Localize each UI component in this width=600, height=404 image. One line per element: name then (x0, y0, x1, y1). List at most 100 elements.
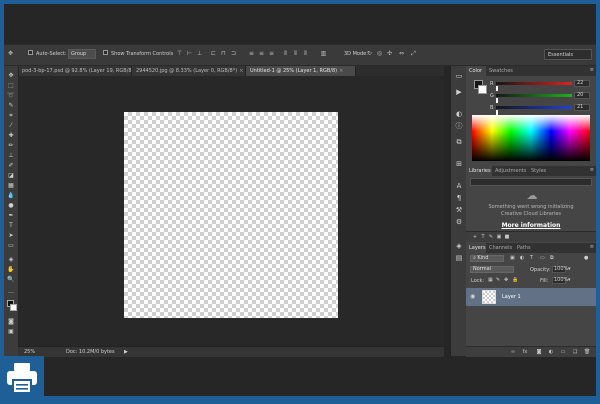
filter-smart-object-icon[interactable]: ⧉ (550, 255, 554, 261)
tab-libraries[interactable]: Libraries (466, 166, 492, 176)
auto-align-icon[interactable]: ▥ (320, 50, 327, 57)
history-brush-tool-icon[interactable]: ✐ (7, 162, 15, 170)
info-icon[interactable]: ⓘ (455, 122, 463, 130)
layer-row[interactable]: ◉ Layer 1 (466, 288, 596, 306)
status-menu-arrow[interactable]: ▶ (124, 349, 128, 355)
character-icon[interactable]: A (455, 182, 463, 190)
align-middle-icon[interactable]: ⊢ (186, 50, 193, 57)
3d-pan-icon[interactable]: ✣ (386, 50, 393, 57)
crop-tool-icon[interactable]: ⌗ (7, 112, 15, 120)
blue-slider-track[interactable] (496, 106, 572, 109)
blue-value-field[interactable]: 21 (574, 104, 590, 111)
text-icon[interactable]: T (480, 234, 486, 240)
dodge-tool-icon[interactable]: ● (7, 202, 15, 210)
green-slider-thumb[interactable] (496, 98, 498, 103)
background-color-swatch[interactable] (478, 85, 487, 94)
panel-menu-icon[interactable]: ≡ (590, 67, 594, 73)
more-information-link[interactable]: More information (466, 222, 596, 229)
library-select-dropdown[interactable] (470, 178, 592, 186)
auto-select-target-dropdown[interactable]: Group (68, 49, 96, 59)
pen-tool-icon[interactable]: ✒ (7, 212, 15, 220)
layer-name[interactable]: Layer 1 (502, 294, 521, 300)
fill-arrow-icon[interactable]: ▾ (568, 277, 571, 283)
fill-field[interactable]: 100% (552, 277, 568, 284)
tab-color[interactable]: Color (466, 66, 486, 76)
eyedropper-tool-icon[interactable]: ⁄ (7, 122, 15, 130)
auto-select-checkbox[interactable] (28, 50, 33, 55)
background-color-swatch[interactable] (10, 304, 17, 311)
filter-pixel-icon[interactable]: ▣ (510, 255, 515, 261)
filter-shape-icon[interactable]: ▭ (540, 255, 545, 261)
layer-style-icon[interactable]: ▣ (496, 234, 502, 240)
lock-all-icon[interactable]: 🔒 (512, 277, 518, 283)
paragraph-icon[interactable]: ¶ (455, 194, 463, 202)
marquee-tool-icon[interactable]: ⬚ (7, 82, 15, 90)
green-slider-track[interactable] (496, 94, 572, 97)
green-value-field[interactable]: 20 (574, 92, 590, 99)
red-slider-thumb[interactable] (496, 86, 498, 91)
3d-tool-icon[interactable]: ◈ (7, 256, 15, 264)
blend-mode-dropdown[interactable]: Normal (470, 266, 514, 273)
shape-tool-icon[interactable]: ▭ (7, 242, 15, 250)
3d-roll-icon[interactable]: ◎ (376, 50, 383, 57)
canvas-area[interactable] (18, 76, 444, 346)
opacity-arrow-icon[interactable]: ▾ (568, 266, 571, 272)
move-tool-icon[interactable]: ✥ (7, 72, 15, 80)
timeline-icon[interactable]: ⚙ (455, 218, 463, 226)
tab-2944520-jpg[interactable]: 2944520.jpg @ 8.33% (Layer 0, RGB/8*) × (132, 66, 246, 76)
delete-layer-icon[interactable]: 🗑 (584, 349, 590, 355)
tab-paths[interactable]: Paths (514, 243, 534, 253)
distribute-bottom-icon[interactable]: ≡ (268, 50, 275, 57)
distribute-left-icon[interactable]: ⦀ (282, 50, 289, 57)
brush-tool-icon[interactable]: ✏ (7, 142, 15, 150)
new-layer-icon[interactable]: ❏ (572, 349, 578, 355)
3d-slide-icon[interactable]: ⇔ (398, 50, 405, 57)
blur-tool-icon[interactable]: 💧 (7, 192, 15, 200)
panel-menu-icon[interactable]: ≡ (590, 244, 594, 250)
distribute-middle-icon[interactable]: ≡ (258, 50, 265, 57)
lock-transparent-icon[interactable]: ▦ (488, 277, 493, 283)
move-tool-icon[interactable]: ✥ (7, 50, 14, 57)
lock-position-icon[interactable]: ✥ (504, 277, 508, 283)
hand-tool-icon[interactable]: ✋ (7, 266, 15, 274)
add-content-icon[interactable]: + (472, 234, 478, 240)
color-spectrum-ramp[interactable] (472, 115, 590, 161)
tab-layers[interactable]: Layers (466, 243, 486, 253)
tab-channels[interactable]: Channels (486, 243, 514, 253)
3d-rotate-icon[interactable]: ↻ (366, 50, 373, 57)
type-tool-icon[interactable]: T (7, 222, 15, 230)
transparent-document-canvas[interactable] (124, 112, 338, 318)
healing-brush-tool-icon[interactable]: ✚ (7, 132, 15, 140)
notes-icon[interactable]: ▤ (455, 254, 463, 262)
3d-scale-icon[interactable]: ⤢ (410, 50, 417, 57)
align-bottom-icon[interactable]: ⊥ (196, 50, 203, 57)
filter-adjustment-icon[interactable]: ◐ (520, 255, 524, 261)
graphic-icon[interactable]: ■ (504, 234, 510, 240)
filter-type-icon[interactable]: T (530, 255, 533, 261)
align-right-icon[interactable]: ⊐ (230, 50, 237, 57)
eraser-tool-icon[interactable]: ◪ (7, 172, 15, 180)
clone-stamp-tool-icon[interactable]: ⊥ (7, 152, 15, 160)
distribute-right-icon[interactable]: ⦀ (302, 50, 309, 57)
align-top-icon[interactable]: ⊤ (176, 50, 183, 57)
lasso-tool-icon[interactable]: ➰ (7, 92, 15, 100)
tab-close-icon[interactable]: × (339, 68, 343, 74)
clone-source-icon[interactable]: ⊞ (455, 160, 463, 168)
visibility-eye-icon[interactable]: ◉ (470, 293, 475, 300)
distribute-center-icon[interactable]: ⦀ (292, 50, 299, 57)
tab-close-icon[interactable]: × (239, 68, 243, 74)
new-adjustment-icon[interactable]: ◐ (548, 349, 554, 355)
screen-mode-icon[interactable]: ▣ (7, 328, 15, 336)
quick-mask-icon[interactable]: ◙ (7, 318, 15, 326)
gradient-tool-icon[interactable]: ▦ (7, 182, 15, 190)
align-center-icon[interactable]: ⊓ (220, 50, 227, 57)
tab-adjustments[interactable]: Adjustments (492, 166, 528, 176)
kind-filter-dropdown[interactable]: ⌕ Kind (470, 255, 504, 262)
brush-presets-icon[interactable]: ⧉ (455, 138, 463, 146)
brush-icon[interactable]: ✎ (488, 234, 494, 240)
layer-effects-icon[interactable]: fx (522, 349, 528, 355)
tab-styles[interactable]: Styles (528, 166, 552, 176)
red-value-field[interactable]: 22 (574, 80, 590, 87)
link-layers-icon[interactable]: ∞ (510, 349, 516, 355)
zoom-tool-icon[interactable]: 🔍 (7, 276, 15, 284)
